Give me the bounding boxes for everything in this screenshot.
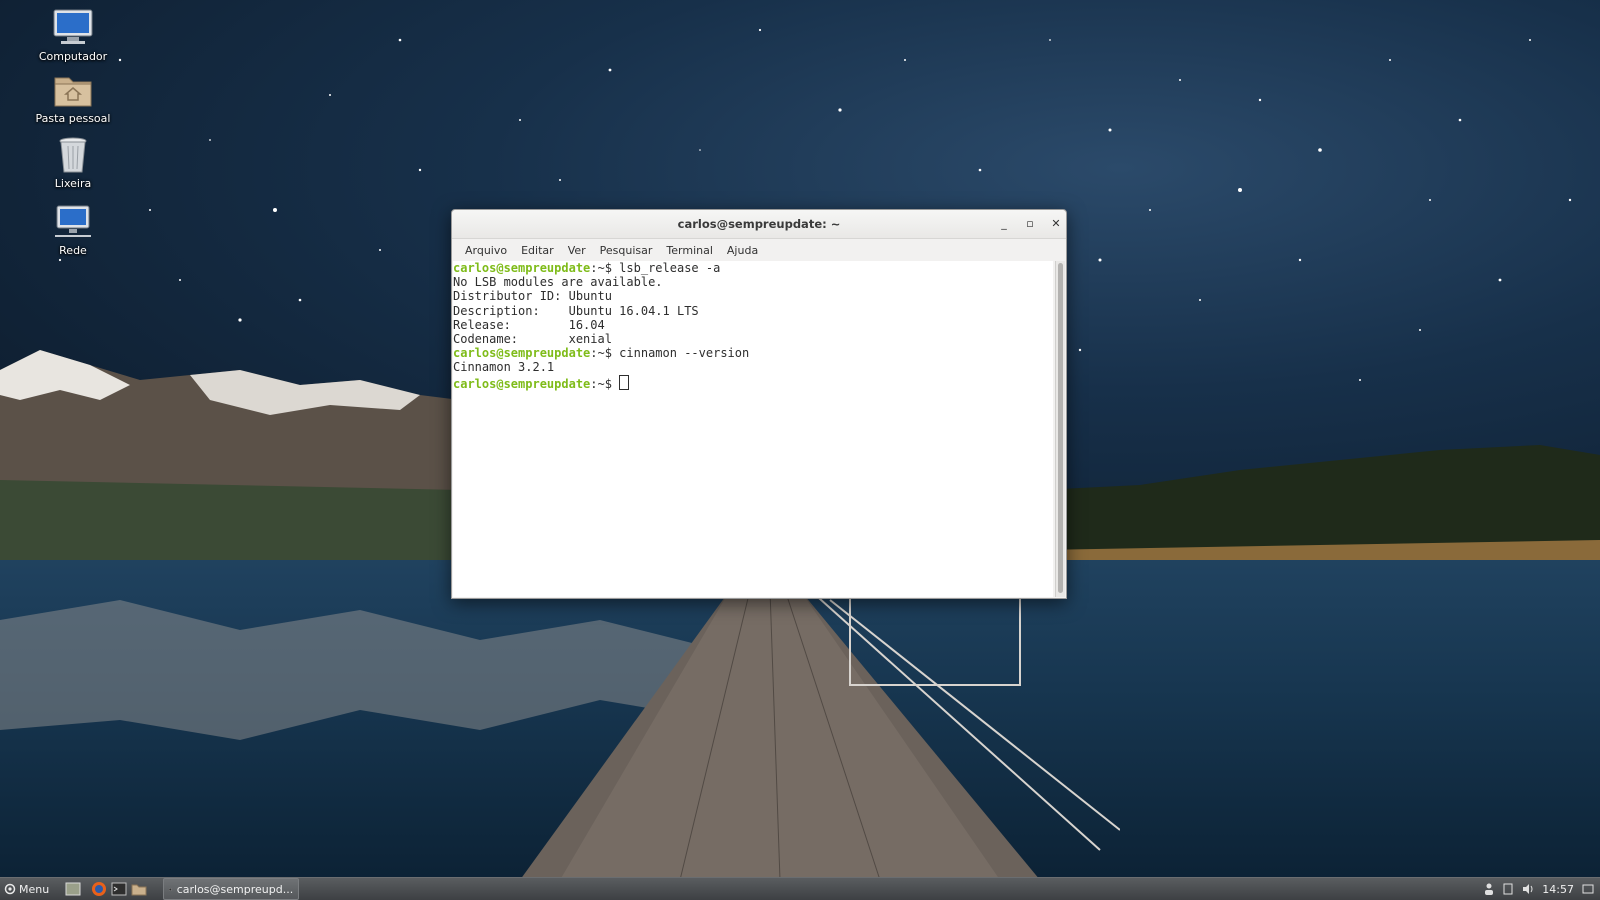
taskbar-window-label: carlos@sempreupd... — [176, 882, 294, 896]
desktop-icon-trash[interactable]: Lixeira — [25, 135, 121, 190]
clock[interactable]: 14:57 — [1542, 883, 1574, 896]
command-text: :~$ cinnamon --version — [590, 346, 750, 361]
window-titlebar[interactable]: carlos@sempreupdate: ~ _ ▫ ✕ — [452, 210, 1066, 239]
desktop-icon-label: Rede — [59, 244, 87, 257]
firefox-launcher[interactable] — [91, 881, 107, 897]
terminal-line: Distributor ID: Ubuntu — [453, 289, 612, 304]
close-icon: ✕ — [1051, 217, 1061, 230]
trash-icon — [59, 137, 87, 173]
wallpaper-mountains — [0, 350, 460, 570]
user-icon[interactable] — [1484, 883, 1494, 895]
prompt-user: carlos@sempreupdate — [453, 376, 591, 391]
volume-icon[interactable] — [1522, 883, 1534, 895]
network-icon — [55, 205, 91, 237]
show-desktop-icon — [65, 882, 81, 896]
desktop-icon-network[interactable]: Rede — [25, 202, 121, 257]
removable-drive-icon[interactable] — [1502, 883, 1514, 895]
terminal-line: Release: 16.04 — [453, 317, 605, 332]
files-launcher[interactable] — [131, 881, 147, 897]
wallpaper-pier — [520, 590, 1120, 880]
system-tray: 14:57 — [1484, 883, 1600, 896]
minimize-button[interactable]: _ — [996, 216, 1012, 232]
terminal-icon — [169, 887, 172, 891]
terminal-line: Codename: xenial — [453, 332, 612, 347]
menu-button[interactable]: Menu — [0, 883, 55, 896]
menu-terminal[interactable]: Terminal — [659, 244, 720, 257]
terminal-line: carlos@sempreupdate:~$ lsb_release -a — [453, 261, 1053, 275]
terminal-line: carlos@sempreupdate:~$ cinnamon --versio… — [453, 346, 1053, 360]
taskbar: Menu carlos@sempreupd... 14:57 — [0, 877, 1600, 900]
terminal-launcher[interactable] — [111, 881, 127, 897]
wallpaper-hills — [1040, 445, 1600, 570]
desktop-icon-label: Computador — [38, 50, 108, 63]
menu-ver[interactable]: Ver — [561, 244, 593, 257]
terminal-line: Cinnamon 3.2.1 — [453, 360, 555, 375]
minimize-icon: _ — [1001, 217, 1007, 230]
files-icon — [131, 884, 147, 896]
terminal-output[interactable]: carlos@sempreupdate:~$ lsb_release -a No … — [453, 261, 1053, 597]
taskbar-window-terminal[interactable]: carlos@sempreupd... — [163, 878, 300, 900]
terminal-icon — [111, 882, 127, 896]
desktop-icon-home[interactable]: Pasta pessoal — [25, 70, 121, 125]
text-cursor — [619, 374, 630, 390]
firefox-icon — [92, 882, 107, 896]
terminal-line: Description: Ubuntu 16.04.1 LTS — [453, 303, 699, 318]
menu-arquivo[interactable]: Arquivo — [458, 244, 514, 257]
menu-label: Menu — [19, 882, 50, 896]
command-text: :~$ lsb_release -a — [590, 261, 721, 275]
home-folder-icon — [54, 77, 92, 107]
terminal-menubar: Arquivo Editar Ver Pesquisar Terminal Aj… — [452, 239, 1066, 261]
maximize-icon: ▫ — [1026, 217, 1034, 230]
terminal-line: carlos@sempreupdate:~$ — [453, 374, 1053, 391]
prompt-user: carlos@sempreupdate — [453, 346, 591, 361]
desktop-icon-label: Pasta pessoal — [35, 112, 111, 125]
computer-icon — [53, 9, 93, 44]
menu-ajuda[interactable]: Ajuda — [720, 244, 765, 257]
prompt-user: carlos@sempreupdate — [453, 261, 591, 275]
terminal-window[interactable]: carlos@sempreupdate: ~ _ ▫ ✕ Arquivo Edi… — [451, 209, 1067, 599]
close-button[interactable]: ✕ — [1048, 216, 1064, 232]
maximize-button[interactable]: ▫ — [1022, 216, 1038, 232]
menu-pesquisar[interactable]: Pesquisar — [593, 244, 660, 257]
desktop-icon-label: Lixeira — [54, 177, 92, 190]
command-text: :~$ — [590, 376, 620, 391]
window-title: carlos@sempreupdate: ~ — [677, 217, 841, 231]
notifications-icon[interactable] — [1582, 883, 1594, 895]
scrollbar-thumb[interactable] — [1058, 263, 1063, 593]
desktop-icon-computer[interactable]: Computador — [25, 8, 121, 63]
cinnamon-menu-icon — [4, 883, 16, 895]
terminal-scrollbar[interactable] — [1055, 261, 1065, 597]
show-desktop-launcher[interactable] — [65, 881, 81, 897]
menu-editar[interactable]: Editar — [514, 244, 561, 257]
terminal-line: No LSB modules are available. — [453, 275, 663, 290]
